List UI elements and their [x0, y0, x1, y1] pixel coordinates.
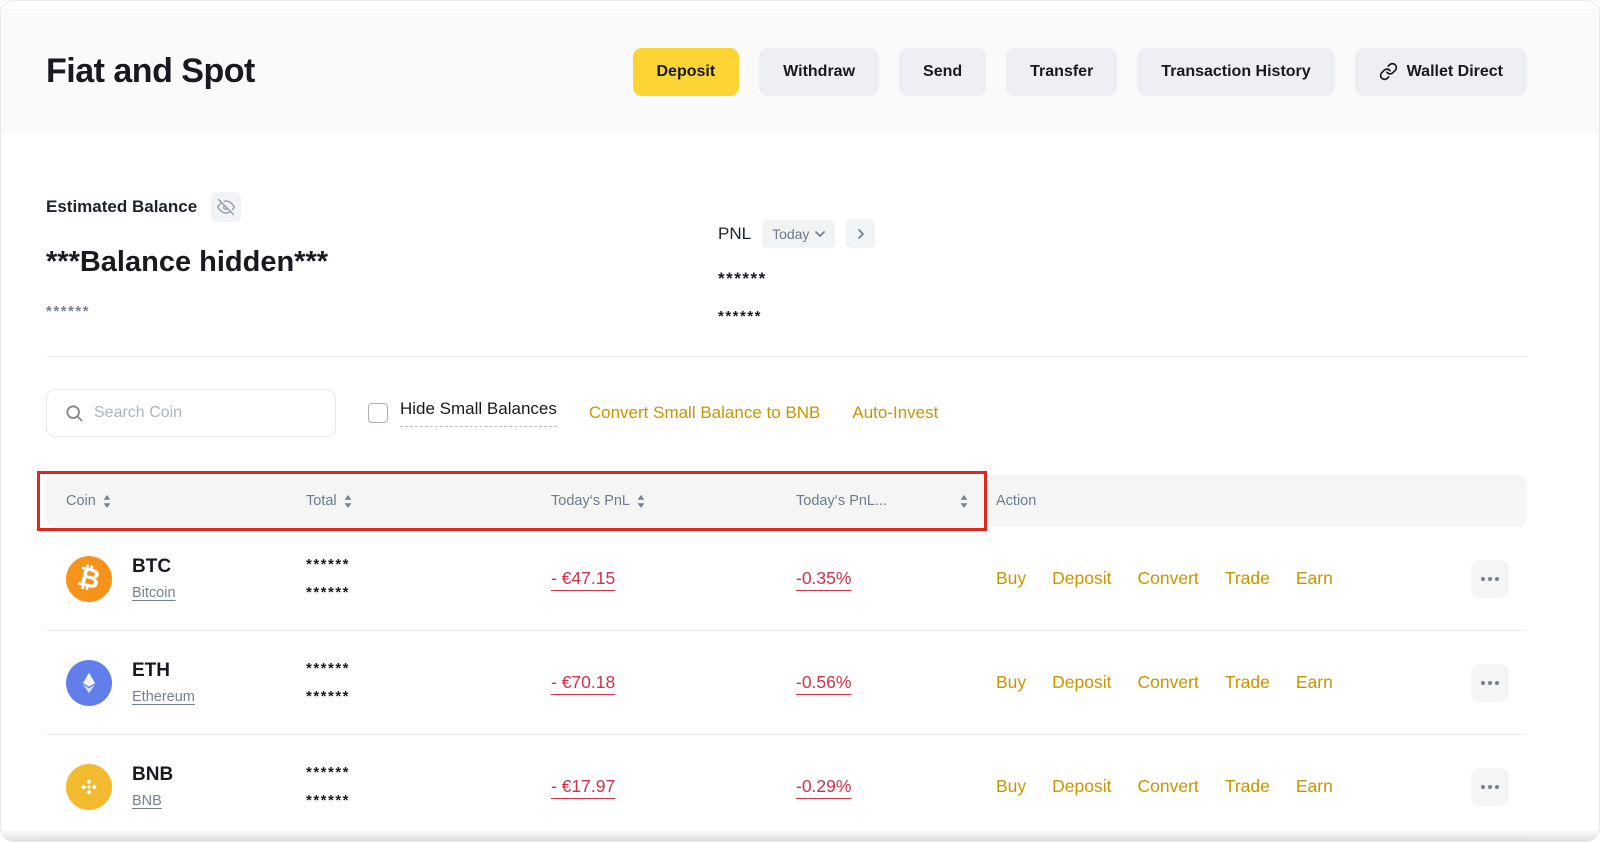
buy-link[interactable]: Buy: [996, 672, 1026, 693]
column-header-todays-pnl[interactable]: Today‘s PnL: [551, 493, 796, 509]
convert-link[interactable]: Convert: [1138, 672, 1199, 693]
buy-link[interactable]: Buy: [996, 568, 1026, 589]
bnb-icon: [66, 764, 112, 810]
earn-link[interactable]: Earn: [1296, 776, 1333, 797]
search-coin-box[interactable]: [46, 389, 336, 437]
deposit-button[interactable]: Deposit: [633, 48, 740, 96]
table-row-bnb: BNB BNB ****** ****** - €17.97 -0.29% Bu…: [46, 735, 1527, 839]
link-icon: [1379, 62, 1398, 81]
deposit-link[interactable]: Deposit: [1052, 672, 1111, 693]
trade-link[interactable]: Trade: [1225, 776, 1270, 797]
deposit-link[interactable]: Deposit: [1052, 568, 1111, 589]
column-header-todays-pnl-pct[interactable]: Today‘s PnL...: [796, 493, 996, 509]
topbar: Fiat and Spot Deposit Withdraw Send Tran…: [1, 9, 1599, 134]
todays-pnl-value[interactable]: - €17.97: [551, 776, 615, 797]
search-coin-input[interactable]: [94, 404, 335, 422]
total-masked: ******: [306, 661, 350, 676]
trade-link[interactable]: Trade: [1225, 672, 1270, 693]
more-actions-button[interactable]: [1471, 560, 1509, 598]
eth-icon: [66, 660, 112, 706]
column-header-action: Action: [996, 493, 1527, 509]
transaction-history-button-label: Transaction History: [1161, 63, 1310, 81]
coin-name-link[interactable]: BNB: [132, 793, 162, 809]
trade-link[interactable]: Trade: [1225, 568, 1270, 589]
deposit-link[interactable]: Deposit: [1052, 776, 1111, 797]
total-masked: ******: [306, 765, 350, 780]
estimated-balance-label: Estimated Balance: [46, 197, 197, 217]
page-title: Fiat and Spot: [46, 52, 255, 91]
sort-icon: [637, 495, 645, 508]
pnl-masked-value: ******: [718, 269, 875, 289]
fiat-and-spot-page: Fiat and Spot Deposit Withdraw Send Tran…: [0, 0, 1600, 842]
deposit-button-label: Deposit: [657, 63, 716, 81]
send-button[interactable]: Send: [899, 48, 986, 96]
filter-row: Hide Small Balances Convert Small Balanc…: [46, 389, 1527, 437]
topbar-actions: Deposit Withdraw Send Transfer Transacti…: [633, 48, 1528, 96]
chevron-down-icon: [815, 231, 825, 237]
total-masked: ******: [306, 689, 350, 704]
earn-link[interactable]: Earn: [1296, 568, 1333, 589]
pnl-period-value: Today: [772, 226, 809, 242]
ellipsis-icon: [1481, 681, 1499, 685]
sort-icon: [344, 495, 352, 508]
todays-pnl-value[interactable]: - €47.15: [551, 568, 615, 589]
table-header-row: Coin Total Today‘s PnL Today‘s PnL...: [46, 475, 1527, 527]
earn-link[interactable]: Earn: [1296, 672, 1333, 693]
hide-small-balances-checkbox[interactable]: [368, 403, 388, 423]
table-row-eth: ETH Ethereum ****** ****** - €70.18 -0.5…: [46, 631, 1527, 735]
total-masked: ******: [306, 557, 350, 572]
pnl-detail-button[interactable]: [846, 219, 875, 248]
ellipsis-icon: [1481, 785, 1499, 789]
pnl-period-dropdown[interactable]: Today: [762, 220, 835, 248]
ellipsis-icon: [1481, 577, 1499, 581]
convert-link[interactable]: Convert: [1138, 776, 1199, 797]
total-masked: ******: [306, 585, 350, 600]
sort-icon: [960, 495, 968, 508]
search-icon: [47, 403, 94, 423]
eye-off-icon: [217, 198, 235, 216]
coin-name-link[interactable]: Bitcoin: [132, 585, 176, 601]
more-actions-button[interactable]: [1471, 664, 1509, 702]
more-actions-button[interactable]: [1471, 768, 1509, 806]
convert-link[interactable]: Convert: [1138, 568, 1199, 589]
pnl-label: PNL: [718, 224, 751, 244]
hide-small-balances-label[interactable]: Hide Small Balances: [400, 399, 557, 427]
balance-section: Estimated Balance ***Balance hidden*** *…: [1, 134, 1599, 356]
transaction-history-button[interactable]: Transaction History: [1137, 48, 1334, 96]
pnl-masked-secondary: ******: [718, 308, 875, 325]
toggle-balance-visibility-button[interactable]: [211, 192, 241, 222]
coin-symbol: ETH: [132, 660, 195, 682]
todays-pnl-percent[interactable]: -0.29%: [796, 776, 851, 797]
section-divider: [46, 356, 1527, 357]
chevron-right-icon: [858, 229, 864, 239]
coin-name-link[interactable]: Ethereum: [132, 689, 195, 705]
withdraw-button-label: Withdraw: [783, 63, 855, 81]
send-button-label: Send: [923, 63, 962, 81]
transfer-button-label: Transfer: [1030, 63, 1093, 81]
todays-pnl-value[interactable]: - €70.18: [551, 672, 615, 693]
buy-link[interactable]: Buy: [996, 776, 1026, 797]
btc-icon: ₿: [66, 556, 112, 602]
withdraw-button[interactable]: Withdraw: [759, 48, 879, 96]
column-header-coin[interactable]: Coin: [46, 493, 306, 509]
todays-pnl-percent[interactable]: -0.56%: [796, 672, 851, 693]
wallet-direct-button[interactable]: Wallet Direct: [1355, 48, 1527, 96]
asset-table: Coin Total Today‘s PnL Today‘s PnL...: [46, 475, 1527, 839]
pnl-block: PNL Today ****** ******: [718, 219, 875, 325]
column-header-total[interactable]: Total: [306, 493, 551, 509]
auto-invest-link[interactable]: Auto-Invest: [852, 403, 938, 423]
coin-symbol: BTC: [132, 556, 176, 578]
table-row-btc: ₿ BTC Bitcoin ****** ****** - €47.15 -0.…: [46, 527, 1527, 631]
sort-icon: [103, 495, 111, 508]
wallet-direct-button-label: Wallet Direct: [1407, 63, 1503, 81]
coin-symbol: BNB: [132, 764, 173, 786]
convert-small-balance-link[interactable]: Convert Small Balance to BNB: [589, 403, 821, 423]
total-masked: ******: [306, 793, 350, 808]
todays-pnl-percent[interactable]: -0.35%: [796, 568, 851, 589]
transfer-button[interactable]: Transfer: [1006, 48, 1117, 96]
